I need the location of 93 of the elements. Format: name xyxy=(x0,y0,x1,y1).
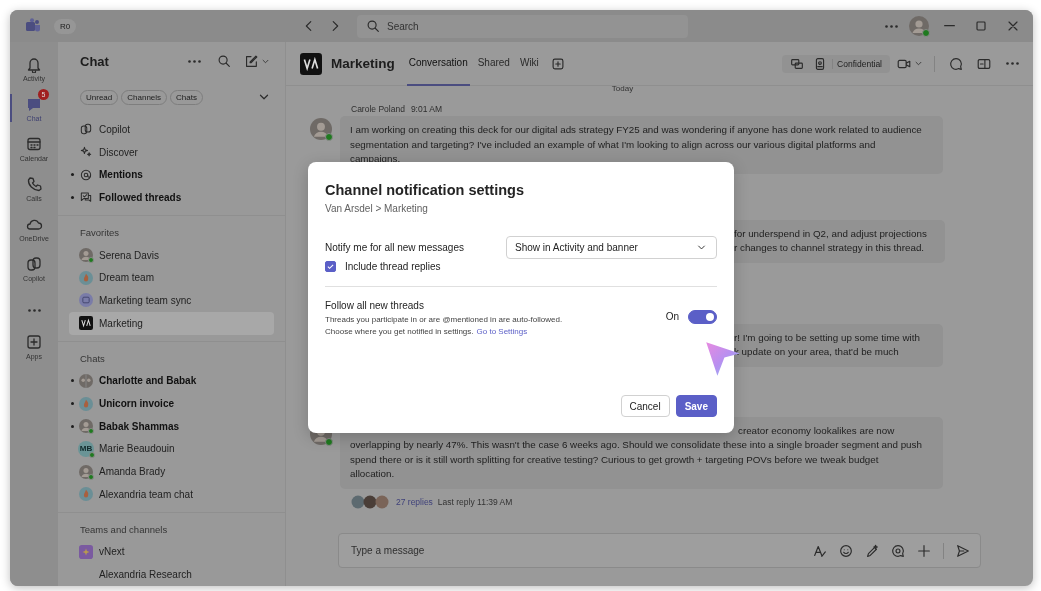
copilot-icon xyxy=(25,254,43,273)
at-sign-icon xyxy=(79,167,93,182)
add-app-icon xyxy=(25,332,43,351)
setting-title: Follow all new threads xyxy=(325,300,425,311)
initials-avatar: MB xyxy=(78,440,94,457)
toggle-switch[interactable] xyxy=(688,310,717,324)
phone-icon xyxy=(25,174,43,193)
chat-bubble-icon xyxy=(948,55,964,72)
sensitivity-label[interactable]: Confidential xyxy=(832,58,886,69)
toggle-label: On xyxy=(665,311,679,322)
send-icon xyxy=(955,542,971,559)
chat-list-item[interactable]: Copilot xyxy=(69,118,274,141)
team-avatar xyxy=(79,544,93,559)
avatar xyxy=(909,16,929,36)
more-icon xyxy=(27,308,41,312)
search-field[interactable]: Search xyxy=(357,14,688,38)
author-name: Carole Poland xyxy=(351,104,405,114)
compose-icon xyxy=(243,53,259,69)
chat-list-item[interactable]: Babak Shammas xyxy=(69,414,274,438)
save-button[interactable]: Save xyxy=(675,395,717,417)
minimize-icon xyxy=(943,25,955,27)
message-field[interactable]: Type a message xyxy=(349,544,805,557)
section-heading: Chats xyxy=(79,351,106,366)
field-label: Notify me for all new messages xyxy=(325,242,465,253)
search-icon xyxy=(216,53,232,69)
threads-icon xyxy=(79,190,93,205)
tab[interactable]: Wiki xyxy=(517,41,541,86)
tab[interactable]: Shared xyxy=(475,41,512,86)
message-text: r! I'm going to be setting up some time with xyxy=(734,330,920,345)
chat-list-item[interactable]: Marketing xyxy=(69,311,274,335)
chat-list-item[interactable]: Discover xyxy=(69,140,274,164)
panel-title: Chat xyxy=(80,53,109,69)
cancel-button[interactable]: Cancel xyxy=(620,395,670,417)
plus-icon xyxy=(916,542,932,559)
copilot-icon xyxy=(79,122,93,137)
setting-description: Threads you participate in or are @mentioned in are auto-followed. xyxy=(325,315,564,324)
presence-dot xyxy=(325,133,333,141)
pair-avatar xyxy=(79,373,93,388)
tab[interactable]: Conversation xyxy=(406,41,470,86)
chat-list-item[interactable]: Unicorn invoice xyxy=(69,392,274,415)
presence-dot xyxy=(325,437,333,446)
channel-logo xyxy=(79,316,93,331)
breadcrumb: Van Arsdel > Marketing xyxy=(325,203,429,214)
reply-avatars xyxy=(351,494,391,509)
message-text: I am working on creating this deck for our digital ads strategy FY25 and was wondering if anyone has done work related to audience segmentation and targeting? I've included an example of what I'm looking to align across our various digital platforms and campaigns. xyxy=(350,123,923,166)
date-divider: Today xyxy=(610,86,635,93)
dialog-title: Channel notification settings xyxy=(325,182,525,198)
message-text: for underspend in Q2, and adjust projections xyxy=(734,226,927,241)
account-badge[interactable]: R0 xyxy=(54,18,77,34)
more-icon xyxy=(187,59,201,63)
group-avatar xyxy=(79,487,93,502)
chat-list-item[interactable]: Marketing team sync xyxy=(69,289,274,312)
chat-list-item[interactable]: Alexandria Research xyxy=(69,563,274,586)
add-tab-icon xyxy=(549,55,566,72)
channel-title: Marketing xyxy=(331,56,395,71)
chat-list-item[interactable]: Dream team xyxy=(69,266,274,290)
checkbox[interactable] xyxy=(325,261,336,272)
chat-list-item[interactable]: Serena Davis xyxy=(69,243,274,267)
chat-list-item[interactable]: Followed threads xyxy=(69,186,274,209)
avatar xyxy=(79,419,93,434)
avatar xyxy=(310,118,332,140)
maximize-icon xyxy=(973,18,989,34)
section-heading: Favorites xyxy=(79,225,121,240)
more-icon xyxy=(884,24,898,28)
avatar xyxy=(79,464,93,479)
presence-dot xyxy=(922,29,930,37)
chat-list-item[interactable]: Charlotte and Babak xyxy=(69,369,274,393)
meeting-avatar xyxy=(79,293,93,308)
message-text: overlapping by nearly 47%. This wasn't the case 6 weeks ago. Should we consolidate these into a single broader segment and push spend there or is it still worth splitting for creative testing? Curious to get growth + targeting POVs before we tweak budget allocation. xyxy=(350,438,923,481)
message-text: creator economy lookalikes are now xyxy=(738,423,895,438)
message-time: 9:01 AM xyxy=(410,104,443,114)
pen-sparkle-icon xyxy=(864,542,880,559)
settings-link[interactable]: Go to Settings xyxy=(476,327,528,336)
group-avatar xyxy=(79,396,93,411)
setting-hint: Choose where you get notified in settings. xyxy=(325,327,474,336)
more-icon xyxy=(1005,62,1019,65)
replies-link[interactable]: 27 replies xyxy=(396,496,433,507)
chat-list-item[interactable]: vNext xyxy=(69,540,274,564)
message-text: r changes to channel strategy in this thread. xyxy=(734,241,925,255)
chat-list-item[interactable]: Amanda Brady xyxy=(69,460,274,483)
chat-list-item[interactable]: Alexandria team chat xyxy=(69,482,274,506)
chat-list-item[interactable]: Mentions xyxy=(69,163,274,187)
group-avatar xyxy=(79,270,93,285)
section-heading: Teams and channels xyxy=(79,522,169,537)
dropdown[interactable]: Show in Activity and banner xyxy=(506,236,717,259)
channel-logo xyxy=(300,52,322,75)
loop-icon xyxy=(890,542,906,559)
emoji-icon xyxy=(838,542,854,559)
checkbox-label: Include thread replies xyxy=(345,261,441,272)
message-composer[interactable]: Type a message xyxy=(338,533,981,568)
last-reply-time: Last reply 11:39 AM xyxy=(437,496,513,507)
avatar xyxy=(79,248,93,263)
chat-list-item[interactable]: MB Marie Beaudouin xyxy=(69,437,274,461)
